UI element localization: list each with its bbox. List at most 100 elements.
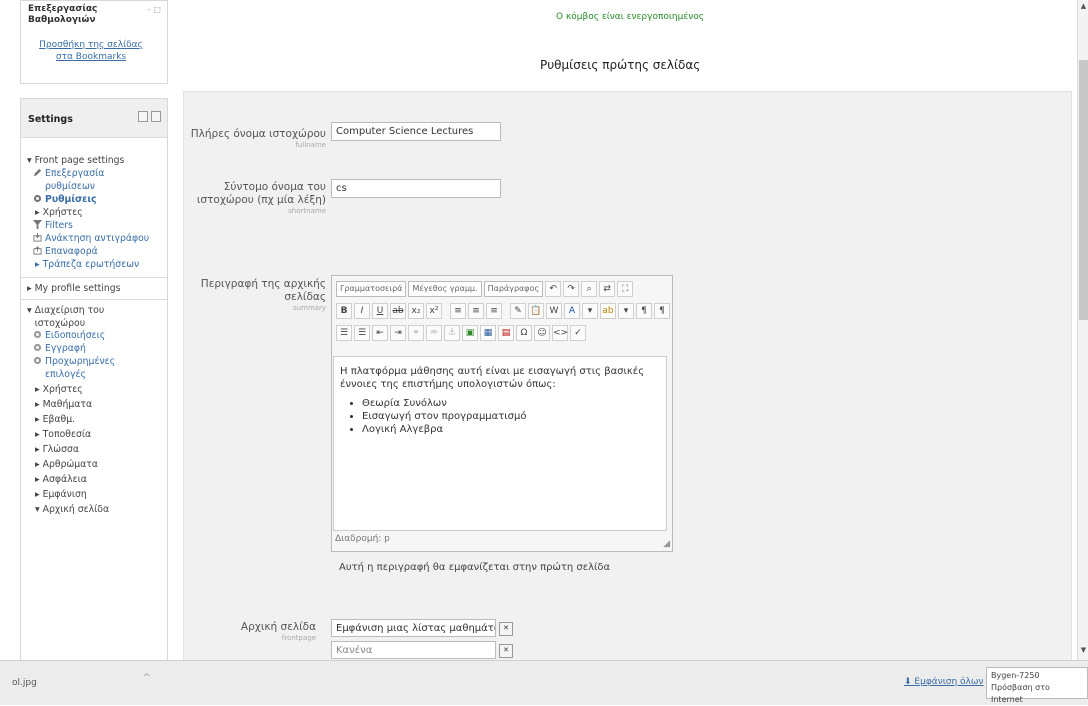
align-center-icon[interactable]: ≡ [468,303,484,319]
collapse-icon[interactable] [151,111,161,122]
summary-label: Περιγραφή της αρχικής σελίδας summary [184,278,326,313]
frontpage-select-2[interactable]: Κανένα [331,641,496,659]
special-char-icon[interactable]: Ω [516,325,532,341]
tree-item-registration[interactable]: Εγγραφή [33,342,86,355]
tree-item-filters[interactable]: Filters [33,219,73,232]
tree-item-location[interactable]: ▸ Τοποθεσία [35,428,91,441]
bookmark-link[interactable]: Προσθήκη της σελίδας στα Bookmarks [31,39,151,63]
restore-icon [33,246,42,255]
tree-item-courses[interactable]: ▸ Μαθήματα [35,398,92,411]
more-icon[interactable]: ▾ [618,303,634,319]
tree-item-edit-settings[interactable]: Επεξεργασία ρυθμίσεων [33,167,145,193]
frontpage-select-1[interactable]: Εμφάνιση μιας λίστας μαθημάτων [331,619,496,637]
dock-icon[interactable] [138,111,148,122]
frontpage-label: Αρχική σελίδα frontpage [174,621,316,643]
scroll-down-icon[interactable]: ▼ [1079,646,1088,656]
list-item: Λογική Αλγεβρα [362,423,660,436]
tree-item-notifications[interactable]: Ειδοποιήσεις [33,329,105,342]
settings-block: Settings ▾ Front page settings Επεξεργασ… [20,98,168,662]
download-statusbar: ol.jpg ^ ⬇ Εμφάνιση όλων Bygen-7250 Πρόσ… [0,660,1088,705]
tree-item-front-page[interactable]: ▾ Αρχική σελίδα [35,503,109,516]
shortname-sublabel: shortname [288,207,326,215]
gear-icon [33,343,42,352]
tree-item-grades[interactable]: ▸ Εβαθμ. [35,413,75,426]
tree-item-appearance[interactable]: ▸ Εμφάνιση [35,488,87,501]
tree-item-my-profile[interactable]: ▸ My profile settings [21,277,167,295]
highlight-icon[interactable]: ab [600,303,616,319]
rtl-icon[interactable]: ¶ [654,303,670,319]
fullname-label: Πλήρες όνομα ιστοχώρου fullname [184,128,326,150]
sidebar-top-control[interactable]: – □ [147,5,161,14]
font-size-select[interactable]: Μέγεθος γραμμ. [408,281,482,297]
editor-toolbar-row-1: Γραμματοσειρά Μέγεθος γραμμ. Παράγραφος … [336,280,634,298]
tree-item-front-page-settings[interactable]: ▾ Front page settings [27,154,124,167]
scroll-thumb[interactable] [1079,60,1088,320]
align-left-icon[interactable]: ≡ [450,303,466,319]
download-filename[interactable]: ol.jpg [12,678,37,688]
indent-icon[interactable]: ⇥ [390,325,406,341]
gear-icon [33,356,42,365]
unlink-icon[interactable]: ⚮ [426,325,442,341]
tree-item-advanced[interactable]: Προχωρημένες επιλογές [33,355,145,381]
page-title: Ρυθμίσεις πρώτης σελίδας [540,58,701,72]
tree-item-users-admin[interactable]: ▸ Χρήστες [35,383,83,396]
tree-item-backup[interactable]: Ανάκτηση αντιγράφου [33,232,149,245]
gear-icon [33,330,42,339]
subscript-icon[interactable]: x₂ [408,303,424,319]
summary-help-text: Αυτή η περιγραφή θα εμφανίζεται στην πρώ… [339,562,611,573]
fullname-sublabel: fullname [295,141,326,149]
tree-item-settings[interactable]: Ρυθμίσεις [33,193,97,206]
paste-word-icon[interactable]: W [546,303,562,319]
clean-icon[interactable]: ✎ [510,303,526,319]
tree-item-users[interactable]: ▸ Χρήστες [35,206,83,219]
align-right-icon[interactable]: ≡ [486,303,502,319]
replace-icon[interactable]: ⇄ [599,281,616,297]
html-source-icon[interactable]: <> [552,325,568,341]
vertical-scrollbar[interactable]: ▲ ▼ [1077,0,1088,660]
bg-color-icon[interactable]: ▾ [582,303,598,319]
show-all-downloads-link[interactable]: ⬇ Εμφάνιση όλων [904,677,983,687]
network-name: Bygen-7250 [991,671,1040,680]
tree-item-question-bank[interactable]: ▸ Τράπεζα ερωτήσεων [35,258,139,271]
find-icon[interactable]: ⌕ [581,281,598,297]
image-icon[interactable]: ▣ [462,325,478,341]
strike-icon[interactable]: ab [390,303,406,319]
text-color-icon[interactable]: A [564,303,580,319]
tree-item-plugins[interactable]: ▸ Αρθρώματα [35,458,98,471]
summary-sublabel: summary [292,304,326,312]
redo-icon[interactable]: ↷ [563,281,580,297]
numbered-list-icon[interactable]: ☰ [354,325,370,341]
bold-icon[interactable]: B [336,303,352,319]
select-remove-icon[interactable]: ✕ [499,622,513,636]
fullscreen-icon[interactable]: ⛶ [617,281,634,297]
site-status-link[interactable]: Ο κόμβος είναι ενεργοποιημένος [556,12,704,22]
link-icon[interactable]: ⚭ [408,325,424,341]
download-expand-icon[interactable]: ^ [143,673,151,683]
superscript-icon[interactable]: x² [426,303,442,319]
ltr-icon[interactable]: ¶ [636,303,652,319]
tree-item-restore[interactable]: Επαναφορά [33,245,98,258]
editor-content[interactable]: Η πλατφόρμα μάθησης αυτή είναι με εισαγω… [333,356,667,531]
table-icon[interactable]: ▤ [498,325,514,341]
emoticon-icon[interactable]: ☺ [534,325,550,341]
underline-icon[interactable]: U [372,303,388,319]
bullet-list-icon[interactable]: ☰ [336,325,352,341]
spellcheck-icon[interactable]: ✓ [570,325,586,341]
tree-item-site-admin[interactable]: ▾ Διαχείριση του ιστοχώρου [21,299,167,330]
font-family-select[interactable]: Γραμματοσειρά [336,281,407,297]
scroll-up-icon[interactable]: ▲ [1079,2,1088,12]
select-remove-icon[interactable]: ✕ [499,644,513,658]
outdent-icon[interactable]: ⇤ [372,325,388,341]
undo-icon[interactable]: ↶ [545,281,562,297]
paragraph-select[interactable]: Παράγραφος [483,281,544,297]
shortname-input[interactable] [331,179,501,198]
anchor-icon[interactable]: ⚓ [444,325,460,341]
frontpage-sublabel: frontpage [281,634,316,642]
paste-text-icon[interactable]: 📋 [528,303,544,319]
tree-item-language[interactable]: ▸ Γλώσσα [35,443,79,456]
resize-handle-icon[interactable]: ◢ [663,539,670,549]
italic-icon[interactable]: I [354,303,370,319]
media-icon[interactable]: ▦ [480,325,496,341]
fullname-input[interactable] [331,122,501,141]
tree-item-security[interactable]: ▸ Ασφάλεια [35,473,87,486]
